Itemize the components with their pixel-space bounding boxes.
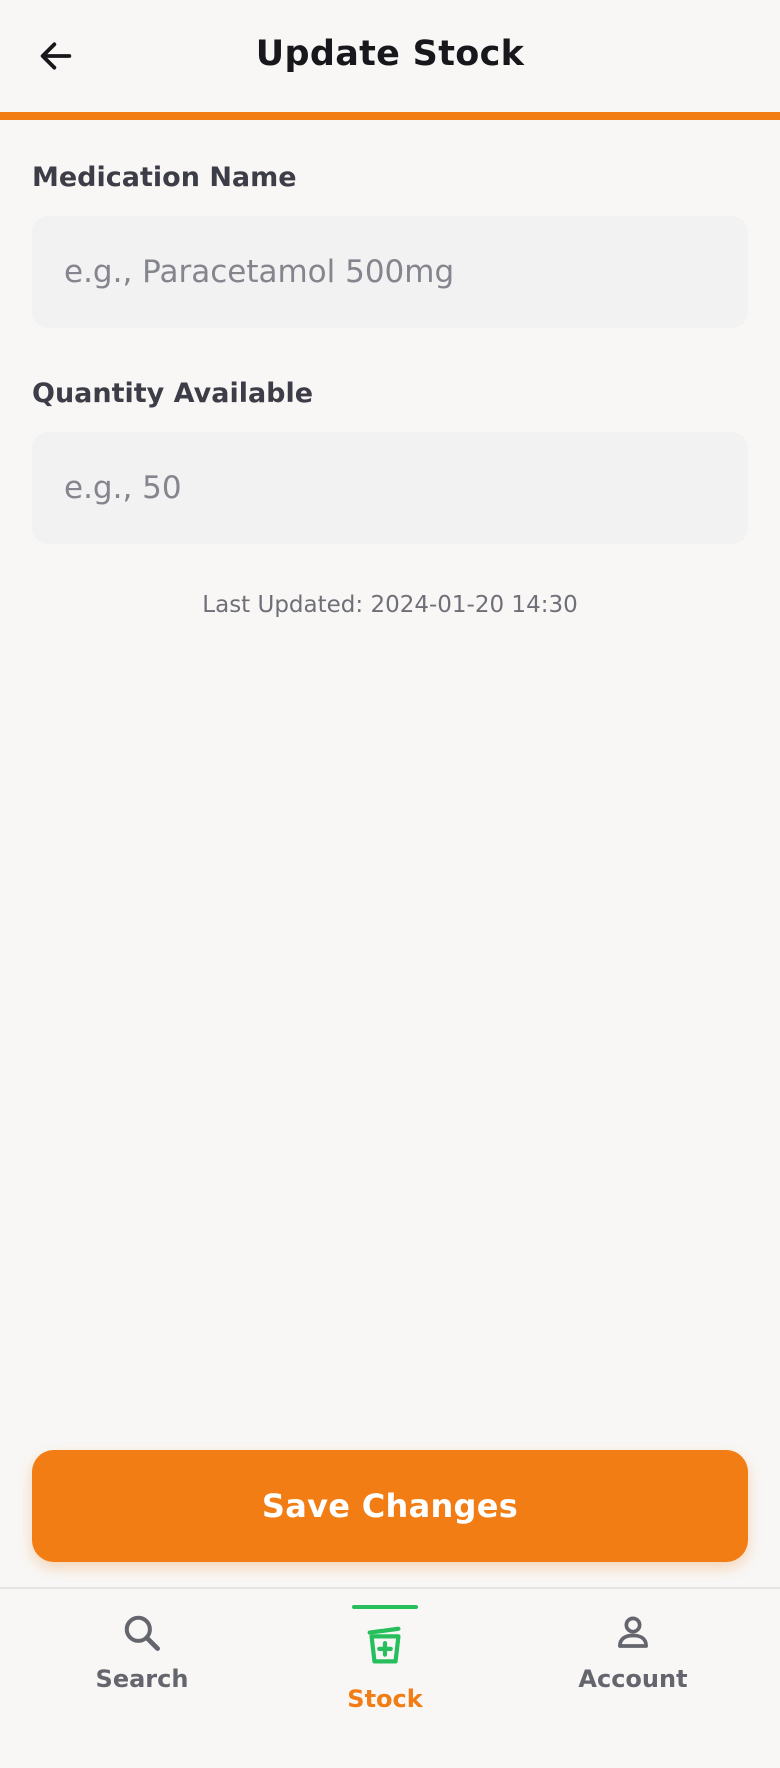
- last-updated-text: Last Updated: 2024-01-20 14:30: [202, 592, 578, 618]
- person-icon: [618, 1616, 648, 1648]
- app-header: Update Stock: [0, 0, 780, 120]
- update-stock-screen: Update Stock Medication Name Quantity Av…: [0, 0, 780, 1768]
- nav-label-search: Search: [95, 1665, 189, 1693]
- quantity-available-input[interactable]: [32, 432, 748, 544]
- medication-name-label: Medication Name: [32, 162, 297, 193]
- page-title: Update Stock: [255, 34, 525, 74]
- bottom-navigation: Search Stock Account: [0, 1587, 780, 1768]
- nav-label-stock: Stock: [347, 1685, 423, 1713]
- save-changes-button[interactable]: Save Changes: [32, 1450, 748, 1562]
- active-tab-indicator: [352, 1605, 418, 1609]
- nav-item-account[interactable]: Account: [533, 1589, 733, 1768]
- quantity-available-label: Quantity Available: [32, 378, 314, 409]
- nav-label-account: Account: [578, 1665, 688, 1693]
- medicine-mortar-icon: [367, 1626, 401, 1664]
- medication-name-field-container: [32, 216, 748, 328]
- search-icon: [124, 1615, 160, 1651]
- quantity-available-field-container: [32, 432, 748, 544]
- nav-item-stock[interactable]: Stock: [285, 1589, 485, 1768]
- nav-item-search[interactable]: Search: [42, 1589, 242, 1768]
- medication-name-input[interactable]: [32, 216, 748, 328]
